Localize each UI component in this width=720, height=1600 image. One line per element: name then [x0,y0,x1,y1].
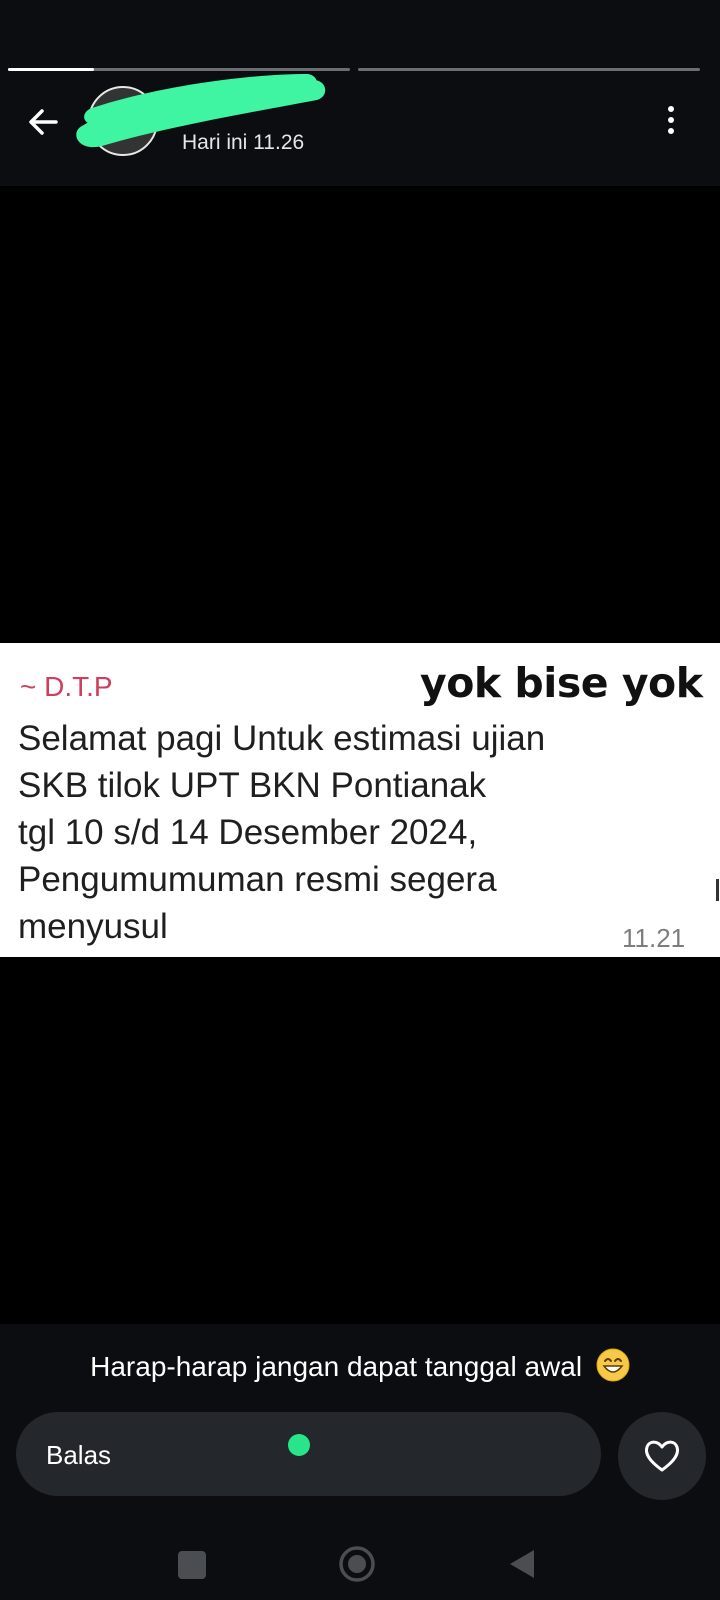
screenshot-message-card: ~ D.T.P yok bise yok Selamat pagi Untuk … [0,643,720,957]
message-line: tgl 10 s/d 14 Desember 2024, [18,813,478,852]
grinning-face-icon [596,1348,630,1382]
status-media: ~ D.T.P yok bise yok Selamat pagi Untuk … [0,186,720,1324]
nav-back-icon[interactable] [506,1547,536,1581]
home-icon[interactable] [338,1545,376,1583]
cropped-edge [716,879,719,901]
message-line: menyusul [18,907,168,946]
message-body: Selamat pagi Untuk estimasi ujian SKB ti… [18,715,658,950]
story-header: Hari ini 11.26 [0,0,720,186]
system-nav-bar [0,1529,720,1600]
status-timestamp: Hari ini 11.26 [182,131,305,154]
recents-icon[interactable] [178,1551,206,1579]
status-caption: Harap-harap jangan dapat tanggal awal [0,1348,720,1383]
touch-indicator-dot [288,1434,310,1456]
message-sender: ~ D.T.P [20,671,113,702]
message-time: 11.21 [622,923,686,953]
status-footer: Harap-harap jangan dapat tanggal awal Ba… [0,1324,720,1600]
like-button[interactable] [618,1412,706,1500]
message-line: Selamat pagi Untuk estimasi ujian [18,719,546,758]
caption-text: Harap-harap jangan dapat tanggal awal [90,1351,583,1382]
heart-icon [644,1440,680,1472]
progress-segment-2 [358,68,700,71]
sticker-text: yok bise yok [420,659,703,707]
message-line: Pengumumuman resmi segera [18,860,497,899]
reply-placeholder: Balas [46,1440,112,1470]
message-line: SKB tilok UPT BKN Pontianak [18,766,487,805]
back-arrow-icon[interactable] [24,102,64,142]
reply-input[interactable]: Balas [16,1412,601,1496]
more-options-icon[interactable] [664,106,678,142]
